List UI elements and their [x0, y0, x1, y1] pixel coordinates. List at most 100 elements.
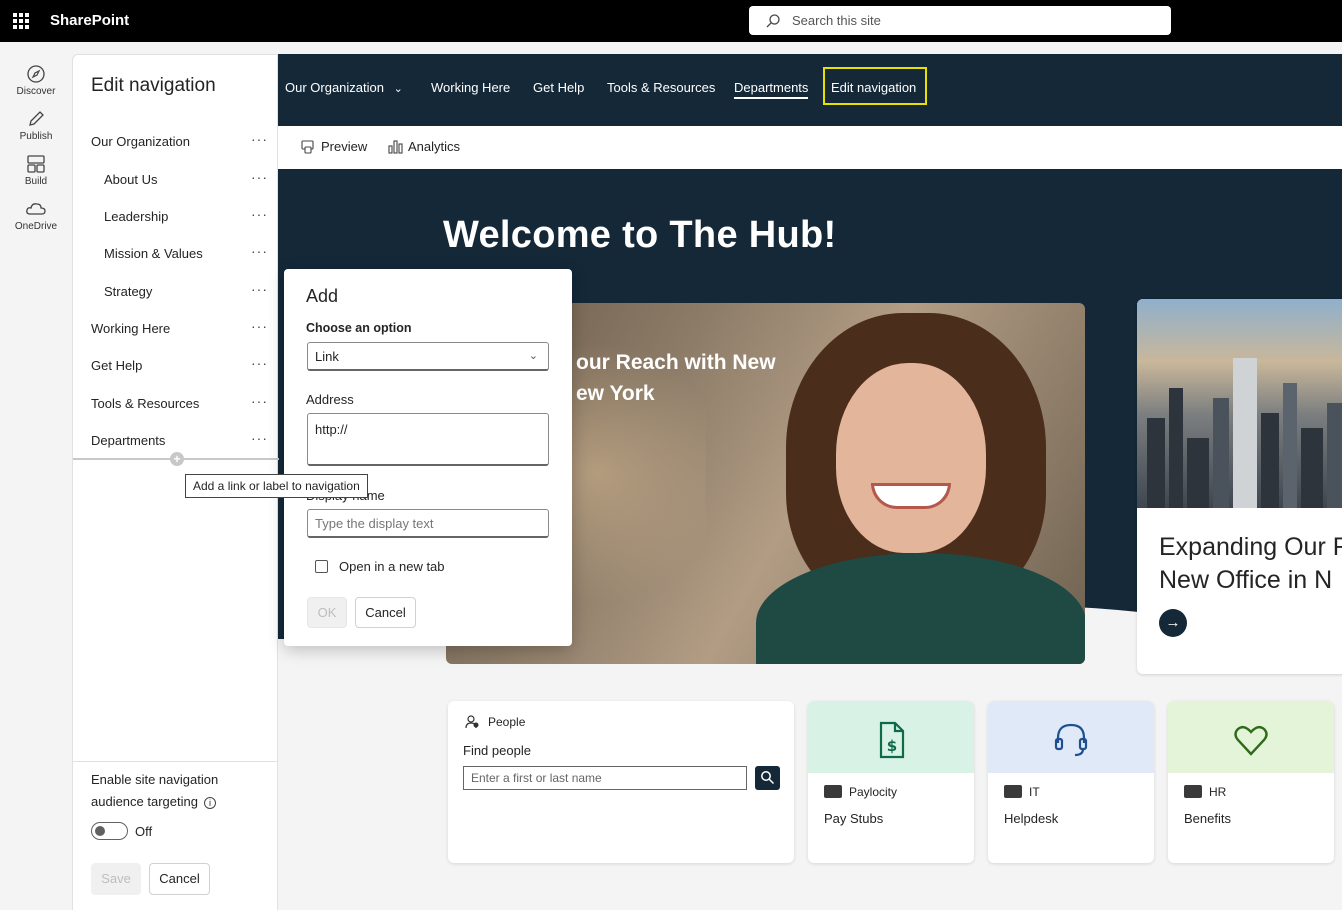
- heart-icon: [1234, 725, 1268, 756]
- preview-button[interactable]: Preview: [301, 139, 367, 154]
- audience-label-line-1: Enable site navigation: [91, 772, 219, 787]
- more-options-icon[interactable]: ···: [251, 131, 268, 147]
- app-launcher-icon[interactable]: [13, 13, 29, 29]
- quicklink-title: Helpdesk: [1004, 811, 1059, 826]
- quicklink-banner: $: [808, 701, 974, 773]
- quicklink-title: Benefits: [1184, 811, 1231, 826]
- topnav-edit-navigation[interactable]: Edit navigation: [831, 80, 916, 95]
- app-thumbnail-icon: [824, 785, 842, 798]
- open-new-tab-label: Open in a new tab: [339, 559, 445, 574]
- quicklink-banner: [1168, 701, 1334, 773]
- nav-item-departments[interactable]: Departments: [91, 433, 165, 448]
- add-link-plus-icon[interactable]: +: [170, 452, 184, 466]
- pen-icon: [29, 111, 44, 126]
- topnav-departments[interactable]: Departments: [734, 80, 809, 99]
- compass-icon: [27, 65, 45, 83]
- display-name-field[interactable]: Type the display text: [307, 509, 549, 538]
- appbar-label: Publish: [19, 131, 53, 142]
- add-link-tooltip: Add a link or label to navigation: [185, 474, 368, 498]
- more-options-icon[interactable]: ···: [251, 281, 268, 297]
- save-button[interactable]: Save: [91, 863, 141, 895]
- nav-item-working-here[interactable]: Working Here: [91, 321, 170, 336]
- news-card[interactable]: Expanding Our R New Office in N →: [1137, 299, 1342, 674]
- people-icon: [465, 715, 479, 729]
- photo-face: [836, 363, 986, 553]
- dialog-cancel-button[interactable]: Cancel: [355, 597, 416, 628]
- ok-button[interactable]: OK: [307, 597, 347, 628]
- quicklink-source-label: IT: [1029, 785, 1040, 799]
- app-bar: Discover Publish Build OneDrive: [0, 42, 72, 910]
- more-options-icon[interactable]: ···: [251, 430, 268, 446]
- brand-title[interactable]: SharePoint: [50, 12, 129, 29]
- appbar-label: OneDrive: [14, 221, 58, 232]
- quicklink-source: HR: [1184, 785, 1226, 799]
- toggle-state-label: Off: [135, 824, 153, 839]
- topnav-tools-resources[interactable]: Tools & Resources: [607, 80, 715, 95]
- info-icon[interactable]: i: [203, 796, 216, 809]
- add-link-dialog: Add Choose an option Link ⌄ Address http…: [284, 269, 572, 646]
- nav-item-our-organization[interactable]: Our Organization: [91, 134, 190, 149]
- topnav-get-help[interactable]: Get Help: [533, 80, 584, 95]
- topnav-our-organization[interactable]: Our Organization ⌄: [285, 80, 403, 95]
- nav-item-mission-values[interactable]: Mission & Values: [104, 246, 203, 261]
- hero-photo-caption: our Reach with New ew York: [576, 347, 776, 409]
- search-icon: [761, 771, 775, 785]
- caption-line-2: ew York: [576, 382, 655, 405]
- nav-item-tools-resources[interactable]: Tools & Resources: [91, 396, 199, 411]
- quicklink-banner: [988, 701, 1154, 773]
- quicklink-source-label: Paylocity: [849, 785, 898, 799]
- address-field[interactable]: http://: [307, 413, 549, 466]
- quicklink-pay-stubs[interactable]: $ Paylocity Pay Stubs: [808, 701, 974, 863]
- cloud-icon: [26, 203, 46, 215]
- nav-item-strategy[interactable]: Strategy: [104, 284, 152, 299]
- topnav-working-here[interactable]: Working Here: [431, 80, 510, 95]
- photo-shirt: [756, 553, 1085, 664]
- panel-title: Edit navigation: [91, 75, 216, 96]
- appbar-label: Build: [24, 176, 48, 187]
- audience-targeting-toggle[interactable]: [91, 822, 128, 840]
- news-title-line-2: New Office in N: [1159, 566, 1333, 594]
- quicklink-helpdesk[interactable]: IT Helpdesk: [988, 701, 1154, 863]
- more-options-icon[interactable]: ···: [251, 243, 268, 259]
- nav-item-get-help[interactable]: Get Help: [91, 358, 142, 373]
- app-thumbnail-icon: [1184, 785, 1202, 798]
- svg-text:$: $: [887, 737, 897, 755]
- headset-icon: [1054, 723, 1088, 757]
- preview-icon: [301, 140, 314, 154]
- search-box[interactable]: Search this site: [749, 6, 1171, 35]
- arrow-right-icon[interactable]: →: [1159, 609, 1187, 637]
- appbar-onedrive[interactable]: OneDrive: [0, 199, 72, 232]
- appbar-build[interactable]: Build: [0, 154, 72, 187]
- more-options-icon[interactable]: ···: [251, 206, 268, 222]
- news-title-line-1: Expanding Our R: [1159, 533, 1342, 561]
- more-options-icon[interactable]: ···: [251, 393, 268, 409]
- quicklink-benefits[interactable]: HR Benefits: [1168, 701, 1334, 863]
- preview-label: Preview: [321, 139, 368, 154]
- people-search-input[interactable]: Enter a first or last name: [463, 766, 747, 790]
- more-options-icon[interactable]: ···: [251, 355, 268, 371]
- appbar-discover[interactable]: Discover: [0, 64, 72, 97]
- quicklink-source-label: HR: [1209, 785, 1227, 799]
- caption-line-1: our Reach with New: [576, 351, 776, 374]
- appbar-publish[interactable]: Publish: [0, 109, 72, 142]
- analytics-button[interactable]: Analytics: [388, 139, 460, 154]
- panel-divider: [73, 761, 277, 762]
- suite-bar: SharePoint Search this site: [0, 0, 1342, 42]
- dollar-document-icon: $: [879, 721, 905, 759]
- nav-item-leadership[interactable]: Leadership: [104, 209, 168, 224]
- cancel-button[interactable]: Cancel: [149, 863, 210, 895]
- city-skyline-image: [1137, 299, 1342, 508]
- open-new-tab-checkbox[interactable]: [315, 560, 328, 573]
- more-options-icon[interactable]: ···: [251, 169, 268, 185]
- address-label: Address: [306, 392, 354, 407]
- more-options-icon[interactable]: ···: [251, 318, 268, 334]
- command-bar: Preview Analytics: [278, 126, 1342, 169]
- nav-item-about-us[interactable]: About Us: [104, 172, 157, 187]
- option-dropdown[interactable]: Link ⌄: [307, 342, 549, 371]
- chevron-down-icon: ⌄: [393, 83, 403, 95]
- quicklink-source: Paylocity: [824, 785, 897, 799]
- appbar-label: Discover: [16, 86, 56, 97]
- people-search-button[interactable]: [755, 766, 780, 790]
- analytics-label: Analytics: [408, 139, 461, 154]
- audience-targeting-label: Enable site navigation audience targetin…: [91, 769, 261, 813]
